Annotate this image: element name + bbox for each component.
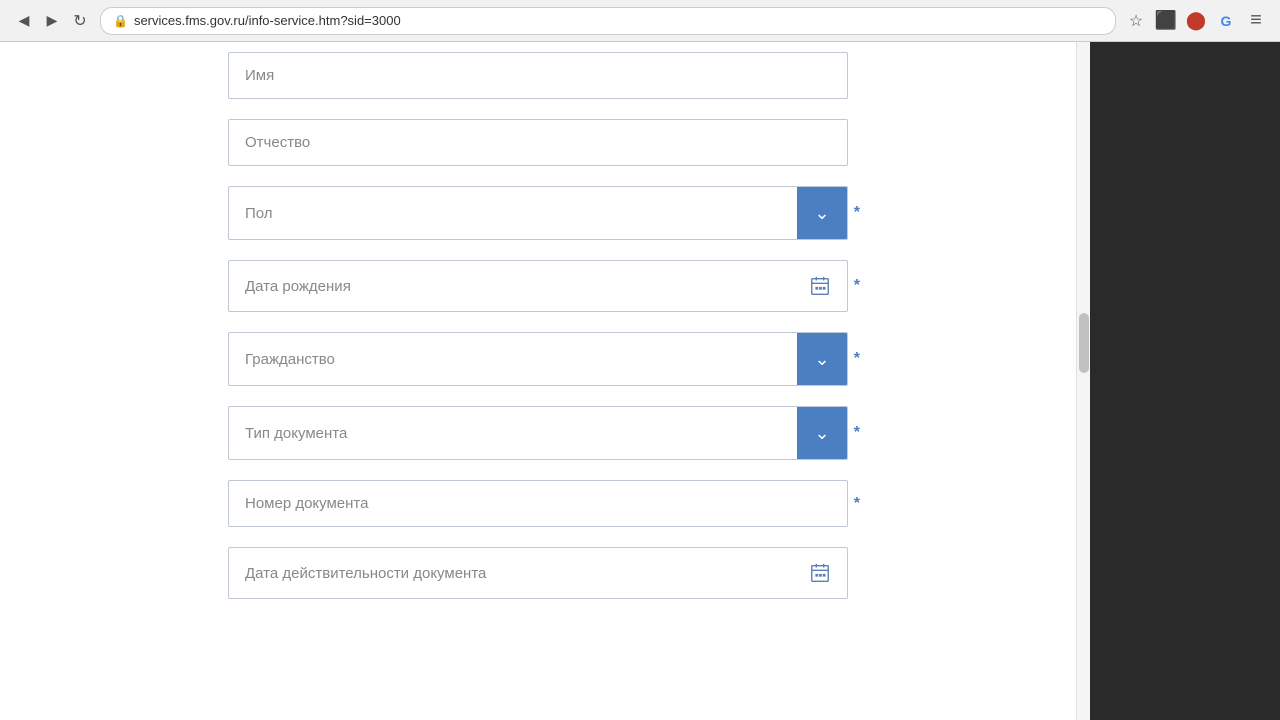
tip-dokumenta-label: Тип документа — [229, 411, 797, 456]
calendar-button-2[interactable] — [793, 548, 847, 598]
forward-button[interactable]: ▶ — [40, 9, 64, 33]
star-button[interactable]: ☆ — [1124, 9, 1148, 33]
chevron-down-icon: ⌄ — [814, 204, 829, 222]
scrollbar-track[interactable] — [1076, 42, 1090, 720]
field-grazhdanstvo: Гражданство ⌄ * — [228, 332, 848, 386]
pol-dropdown-button[interactable]: ⌄ — [797, 187, 847, 239]
nav-buttons: ◀ ▶ ↻ — [12, 9, 92, 33]
required-marker-nomer: * — [854, 495, 860, 513]
data-rozhdeniya-label: Дата рождения — [229, 264, 793, 309]
required-marker-tip: * — [854, 424, 860, 442]
required-marker-date: * — [854, 277, 860, 295]
browser-toolbar: ◀ ▶ ↻ 🔒 services.fms.gov.ru/info-service… — [0, 0, 1280, 42]
data-deystvitelnosti-input[interactable]: Дата действительности документа — [228, 547, 848, 599]
calendar-icon — [809, 275, 831, 297]
form-container: Пол ⌄ * Дата рождения — [208, 62, 868, 599]
address-bar[interactable]: 🔒 services.fms.gov.ru/info-service.htm?s… — [100, 7, 1116, 35]
tip-dokumenta-select[interactable]: Тип документа ⌄ — [228, 406, 848, 460]
scrollbar-thumb[interactable] — [1079, 313, 1089, 373]
field-pol: Пол ⌄ * — [228, 186, 848, 240]
field-nomer-dokumenta: * — [228, 480, 848, 527]
right-panel — [1090, 42, 1280, 720]
imya-input[interactable] — [228, 52, 848, 99]
tip-dokumenta-dropdown-button[interactable]: ⌄ — [797, 407, 847, 459]
field-otchestvo — [228, 119, 848, 166]
browser-content: Пол ⌄ * Дата рождения — [0, 42, 1280, 720]
menu-button[interactable]: ≡ — [1244, 9, 1268, 33]
required-marker-grazhdanstvo: * — [854, 350, 860, 368]
data-deystvitelnosti-label: Дата действительности документа — [229, 551, 793, 596]
required-marker: * — [854, 204, 860, 222]
grazhdanstvo-select[interactable]: Гражданство ⌄ — [228, 332, 848, 386]
page-area: Пол ⌄ * Дата рождения — [0, 42, 1076, 720]
browser-actions: ☆ ⬛ ⬤ G ≡ — [1124, 9, 1268, 33]
grazhdanstvo-label: Гражданство — [229, 337, 797, 382]
back-button[interactable]: ◀ — [12, 9, 36, 33]
extension-button1[interactable]: ⬛ — [1154, 9, 1178, 33]
reload-button[interactable]: ↻ — [68, 9, 92, 33]
data-rozhdeniya-input[interactable]: Дата рождения — [228, 260, 848, 312]
otchestvo-input[interactable] — [228, 119, 848, 166]
pol-select[interactable]: Пол ⌄ — [228, 186, 848, 240]
google-button[interactable]: G — [1214, 9, 1238, 33]
field-data-rozhdeniya: Дата рождения * — [228, 260, 848, 312]
chevron-down-icon-3: ⌄ — [814, 424, 829, 442]
nomer-dokumenta-input[interactable] — [228, 480, 848, 527]
lock-icon: 🔒 — [113, 14, 128, 28]
field-data-deystvitelnosti: Дата действительности документа — [228, 547, 848, 599]
field-imya — [228, 62, 848, 99]
calendar-icon-2 — [809, 562, 831, 584]
opera-button[interactable]: ⬤ — [1184, 9, 1208, 33]
url-text: services.fms.gov.ru/info-service.htm?sid… — [134, 13, 1103, 28]
chevron-down-icon-2: ⌄ — [814, 350, 829, 368]
grazhdanstvo-dropdown-button[interactable]: ⌄ — [797, 333, 847, 385]
calendar-button[interactable] — [793, 261, 847, 311]
pol-label: Пол — [229, 191, 797, 236]
field-tip-dokumenta: Тип документа ⌄ * — [228, 406, 848, 460]
